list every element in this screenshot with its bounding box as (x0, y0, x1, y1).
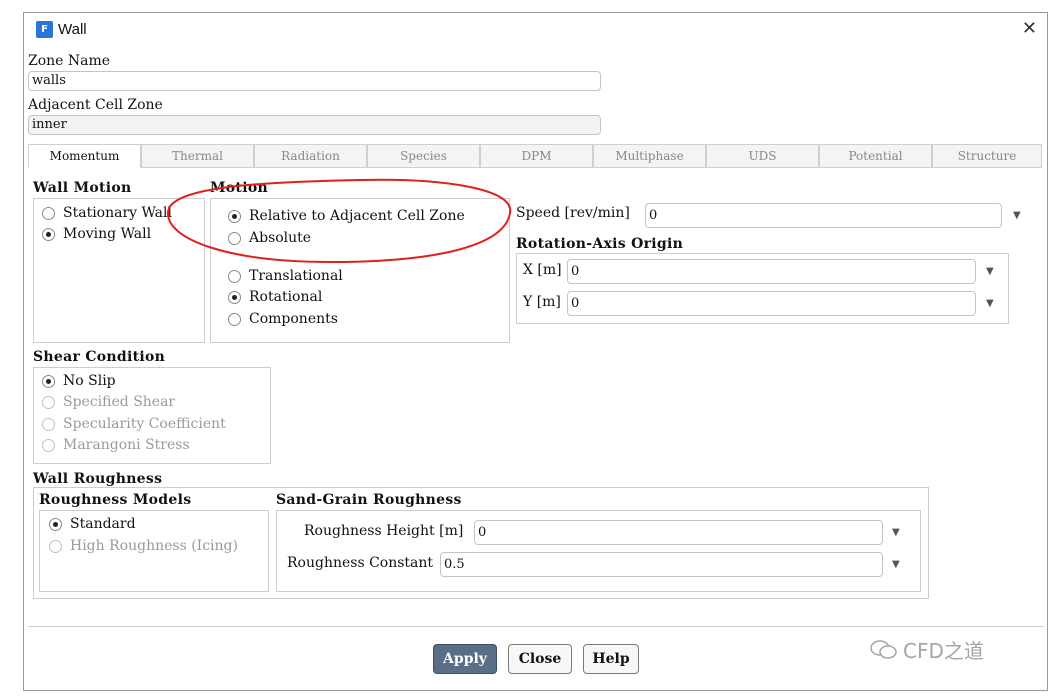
annotation-ellipse (166, 178, 512, 264)
annotation-circle (166, 178, 512, 264)
